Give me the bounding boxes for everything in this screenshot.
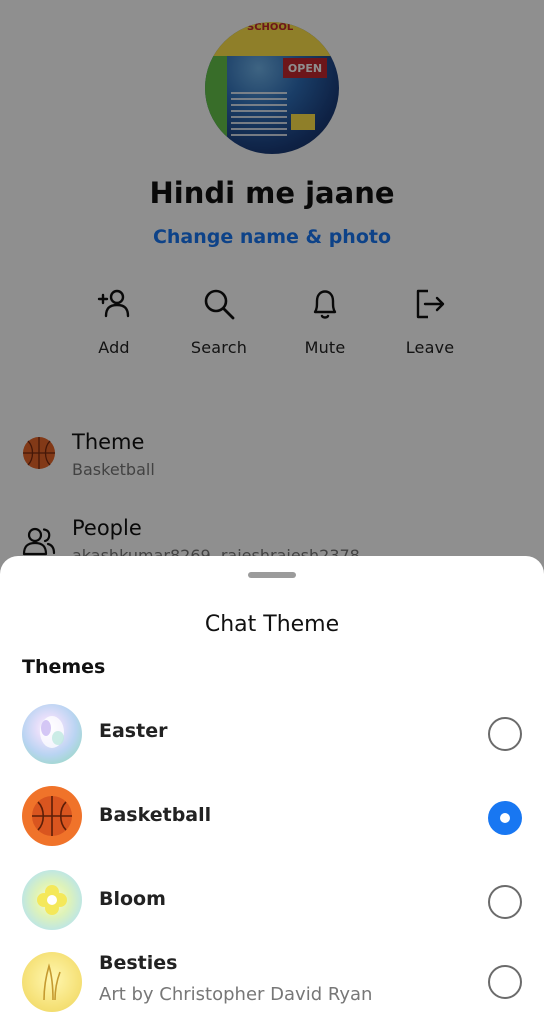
besties-theme-thumbnail bbox=[22, 952, 82, 1012]
sheet-drag-handle[interactable] bbox=[248, 572, 296, 578]
theme-name: Easter bbox=[99, 720, 168, 742]
theme-radio[interactable] bbox=[488, 717, 522, 751]
basketball-icon bbox=[32, 796, 72, 836]
theme-radio-selected[interactable] bbox=[488, 801, 522, 835]
easter-theme-thumbnail bbox=[22, 704, 82, 764]
themes-section-header: Themes bbox=[22, 656, 106, 678]
theme-radio[interactable] bbox=[488, 965, 522, 999]
theme-option-easter[interactable]: Easter bbox=[0, 696, 544, 772]
theme-name: Basketball bbox=[99, 804, 212, 826]
sheet-title: Chat Theme bbox=[204, 612, 340, 637]
theme-credit: Art by Christopher David Ryan bbox=[99, 984, 373, 1005]
besties-art-icon bbox=[43, 963, 61, 1001]
flower-icon bbox=[37, 885, 67, 915]
bloom-theme-thumbnail bbox=[22, 870, 82, 930]
chat-theme-sheet: Chat Theme Themes Easter Basketball Bloo… bbox=[0, 556, 544, 1024]
basketball-theme-thumbnail bbox=[22, 786, 82, 846]
theme-option-basketball[interactable]: Basketball bbox=[0, 780, 544, 856]
easter-egg-icon bbox=[40, 716, 64, 748]
theme-option-besties[interactable]: Besties Art by Christopher David Ryan bbox=[0, 948, 544, 1024]
theme-option-bloom[interactable]: Bloom bbox=[0, 864, 544, 940]
theme-name: Besties bbox=[99, 952, 178, 974]
theme-radio[interactable] bbox=[488, 885, 522, 919]
theme-name: Bloom bbox=[99, 888, 166, 910]
